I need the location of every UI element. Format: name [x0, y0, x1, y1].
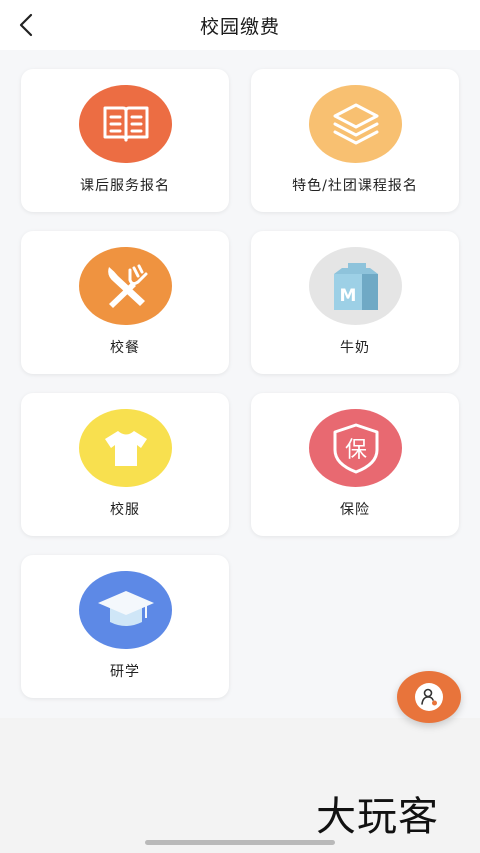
payment-grid: 课后服务报名 特色/社团课程报名 校餐 M 牛奶 校服 保 保险 研学	[0, 50, 480, 718]
card-after-school-service[interactable]: 课后服务报名	[21, 69, 229, 212]
top-bar: 校园缴费	[0, 0, 480, 50]
card-label: 特色/社团课程报名	[292, 178, 418, 194]
card-study-tour[interactable]: 研学	[21, 555, 229, 698]
insurance-shield-icon: 保	[333, 423, 378, 474]
card-label: 牛奶	[340, 340, 370, 356]
graduation-cap-icon	[97, 591, 154, 626]
card-club-courses[interactable]: 特色/社团课程报名	[251, 69, 459, 212]
school-meals-icon-circle	[79, 247, 172, 325]
card-milk[interactable]: M 牛奶	[251, 231, 459, 374]
tshirt-icon	[104, 431, 147, 466]
card-insurance[interactable]: 保 保险	[251, 393, 459, 536]
svg-text:M: M	[339, 286, 356, 306]
card-label: 校餐	[110, 340, 140, 356]
club-courses-icon-circle	[309, 85, 402, 163]
home-indicator	[145, 840, 335, 845]
layers-icon	[333, 103, 378, 145]
card-label: 保险	[340, 502, 370, 518]
book-icon	[103, 106, 148, 142]
fork-knife-icon	[107, 264, 147, 308]
after-school-icon-circle	[79, 85, 172, 163]
uniform-icon-circle	[79, 409, 172, 487]
card-school-meals[interactable]: 校餐	[21, 231, 229, 374]
svg-text:保: 保	[344, 438, 366, 463]
study-tour-icon-circle	[79, 571, 172, 649]
page-title: 校园缴费	[199, 16, 280, 38]
milk-carton-icon: M	[333, 263, 378, 310]
user-service-icon	[415, 683, 443, 711]
card-school-uniform[interactable]: 校服	[21, 393, 229, 536]
insurance-icon-circle: 保	[309, 409, 402, 487]
watermark-logo: 大玩客	[316, 794, 439, 840]
card-label: 课后服务报名	[80, 178, 170, 194]
card-label: 校服	[110, 502, 140, 518]
customer-service-button[interactable]	[397, 671, 461, 723]
milk-icon-circle: M	[309, 247, 402, 325]
card-label: 研学	[110, 664, 140, 680]
